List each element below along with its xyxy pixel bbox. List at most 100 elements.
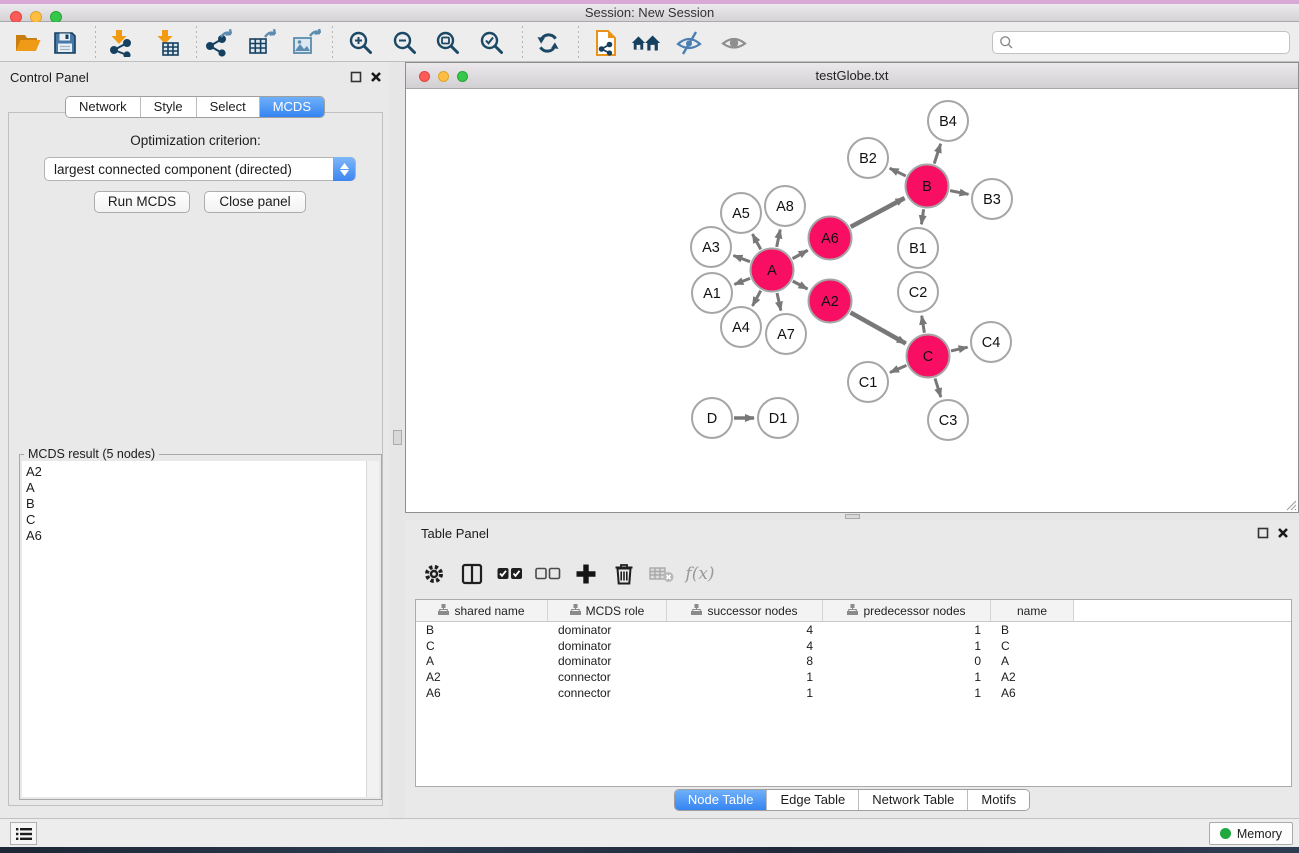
close-panel-icon[interactable] xyxy=(370,71,382,83)
node-label-A8: A8 xyxy=(776,199,794,215)
edge-A-A8[interactable] xyxy=(777,230,781,247)
zoom-selected-icon[interactable] xyxy=(476,28,508,58)
zoom-in-icon[interactable] xyxy=(345,28,377,58)
tab-style[interactable]: Style xyxy=(140,97,196,117)
edge-A6-B[interactable] xyxy=(851,198,905,227)
edge-C-C4[interactable] xyxy=(951,347,968,351)
edge-A2-C[interactable] xyxy=(850,313,905,344)
application-window: Session: New Session xyxy=(0,0,1299,853)
edge-A-A1[interactable] xyxy=(734,278,750,284)
status-bar: Memory xyxy=(0,818,1299,847)
export-image-icon[interactable] xyxy=(290,28,322,58)
function-builder-icon[interactable]: f(x) xyxy=(681,564,719,584)
edge-C-C2[interactable] xyxy=(922,316,925,333)
task-history-button[interactable] xyxy=(10,822,37,845)
home-icon[interactable] xyxy=(630,28,662,58)
table-row[interactable]: Bdominator41B xyxy=(416,622,1291,638)
table-tab-network-table[interactable]: Network Table xyxy=(858,790,967,810)
column-header-MCDS-role[interactable]: MCDS role xyxy=(548,600,667,621)
column-header-successor-nodes[interactable]: successor nodes xyxy=(667,600,823,621)
delete-table-icon[interactable] xyxy=(643,564,681,584)
float-panel-icon[interactable] xyxy=(1257,527,1269,539)
import-network-icon[interactable] xyxy=(104,28,136,58)
hide-panels-icon[interactable] xyxy=(673,28,705,58)
show-panels-icon[interactable] xyxy=(718,28,750,58)
table-row[interactable]: A2connector11A2 xyxy=(416,669,1291,685)
table-row[interactable]: Cdominator41C xyxy=(416,638,1291,654)
zoom-out-icon[interactable] xyxy=(389,28,421,58)
search-input[interactable] xyxy=(1014,35,1289,50)
close-panel-button[interactable]: Close panel xyxy=(204,191,306,213)
edge-A-A2[interactable] xyxy=(793,281,808,289)
tab-network[interactable]: Network xyxy=(66,97,140,117)
network-from-file-icon[interactable] xyxy=(590,28,622,58)
table-options-icon[interactable] xyxy=(415,562,453,586)
column-header-label: shared name xyxy=(454,604,524,618)
column-header-label: MCDS role xyxy=(586,604,645,618)
open-session-icon[interactable] xyxy=(12,28,44,58)
edge-B-B1[interactable] xyxy=(921,209,923,224)
table-row[interactable]: Adominator80A xyxy=(416,653,1291,669)
column-header-name[interactable]: name xyxy=(991,600,1074,621)
close-panel-icon[interactable] xyxy=(1277,527,1289,539)
export-network-icon[interactable] xyxy=(203,28,235,58)
edge-A-A5[interactable] xyxy=(752,234,760,249)
splitter-handle[interactable] xyxy=(845,514,860,519)
edge-B-B4[interactable] xyxy=(934,144,940,164)
horizontal-splitter[interactable] xyxy=(405,513,1299,520)
column-type-icon xyxy=(570,604,581,618)
table-tab-edge-table[interactable]: Edge Table xyxy=(766,790,858,810)
save-session-icon[interactable] xyxy=(49,28,81,58)
app-titlebar[interactable]: Session: New Session xyxy=(0,4,1299,22)
mcds-result-item[interactable]: A xyxy=(26,480,366,496)
edge-B-B3[interactable] xyxy=(950,191,968,195)
edge-A-A3[interactable] xyxy=(733,255,750,261)
node-label-B: B xyxy=(922,179,932,195)
tab-select[interactable]: Select xyxy=(196,97,259,117)
edge-B-B2[interactable] xyxy=(890,168,906,176)
mcds-result-item[interactable]: C xyxy=(26,512,366,528)
network-window-titlebar[interactable]: testGlobe.txt xyxy=(406,63,1298,89)
splitter-handle[interactable] xyxy=(393,430,402,445)
mcds-result-item[interactable]: B xyxy=(26,496,366,512)
network-canvas[interactable]: B4B2BB3B1A5A8A6A3AA1A4A7A2C2CC4C1C3DD1 xyxy=(406,89,1298,512)
column-header-label: successor nodes xyxy=(707,604,797,618)
delete-row-icon[interactable] xyxy=(605,562,643,586)
result-scrollbar[interactable] xyxy=(366,461,379,797)
search-field[interactable] xyxy=(992,31,1290,54)
edge-A-A4[interactable] xyxy=(752,291,760,306)
mcds-result-item[interactable]: A2 xyxy=(26,464,366,480)
add-row-icon[interactable] xyxy=(567,563,605,585)
criterion-dropdown[interactable]: largest connected component (directed) xyxy=(44,157,356,181)
column-header-predecessor-nodes[interactable]: predecessor nodes xyxy=(823,600,991,621)
refresh-icon[interactable] xyxy=(532,28,564,58)
toolbar-separator xyxy=(578,26,579,58)
select-all-icon[interactable] xyxy=(491,566,529,582)
float-panel-icon[interactable] xyxy=(350,71,362,83)
memory-button[interactable]: Memory xyxy=(1209,822,1293,845)
toolbar-separator xyxy=(522,26,523,58)
table-cell: dominator xyxy=(548,623,667,637)
deselect-all-icon[interactable] xyxy=(529,566,567,582)
edge-A-A7[interactable] xyxy=(777,293,781,311)
tab-mcds[interactable]: MCDS xyxy=(259,97,324,117)
edge-C-C1[interactable] xyxy=(890,365,906,372)
table-tab-bar: Node TableEdge TableNetwork TableMotifs xyxy=(674,789,1030,811)
resize-grip-icon[interactable] xyxy=(1285,499,1297,511)
table-tab-node-table[interactable]: Node Table xyxy=(675,790,767,810)
export-table-icon[interactable] xyxy=(246,28,278,58)
show-columns-icon[interactable] xyxy=(453,562,491,586)
run-mcds-button[interactable]: Run MCDS xyxy=(94,191,190,213)
table-cell: dominator xyxy=(548,639,667,653)
vertical-splitter[interactable] xyxy=(390,62,405,818)
table-row[interactable]: A6connector11A6 xyxy=(416,685,1291,701)
import-table-icon[interactable] xyxy=(150,28,182,58)
mcds-tab-panel: Optimization criterion: largest connecte… xyxy=(8,112,383,806)
table-tab-motifs[interactable]: Motifs xyxy=(967,790,1029,810)
mcds-result-item[interactable]: A6 xyxy=(26,528,366,544)
column-header-shared-name[interactable]: shared name xyxy=(416,600,548,621)
zoom-fit-icon[interactable] xyxy=(432,28,464,58)
edge-A-A6[interactable] xyxy=(793,250,808,258)
network-graph[interactable]: B4B2BB3B1A5A8A6A3AA1A4A7A2C2CC4C1C3DD1 xyxy=(406,89,1298,512)
edge-C-C3[interactable] xyxy=(935,378,941,397)
